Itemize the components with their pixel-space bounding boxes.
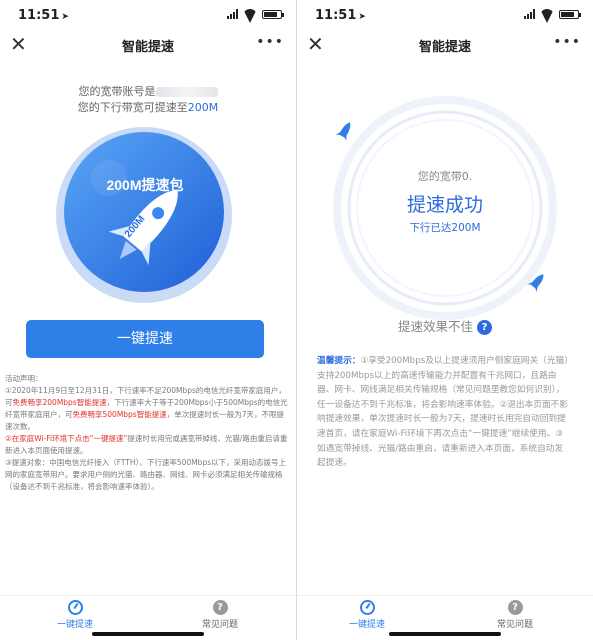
question-icon: ? <box>212 600 228 615</box>
nav-bar: ✕ 智能提速 ••• <box>297 30 593 64</box>
battery-icon <box>559 9 581 19</box>
cellular-signal-icon <box>227 9 238 19</box>
battery-icon <box>262 9 284 19</box>
activity-rules: 活动声明： ①2020年11月9日至12月31日，下行速率不足200Mbps的电… <box>5 373 290 493</box>
tab-faq[interactable]: ? 常见问题 <box>190 600 250 630</box>
status-bar: 11:51 ➤ <box>297 0 593 30</box>
tab-bar: 一键提速 ? 常见问题 <box>297 595 593 640</box>
status-time: 11:51 ➤ <box>315 8 366 23</box>
success-title: 提速成功 <box>406 194 483 216</box>
screen-before: 11:51 ➤ ✕ 智能提速 ••• 您的宽带账号是 您的下行带宽可提速至200M <box>0 0 296 640</box>
location-arrow-icon: ➤ <box>61 12 69 22</box>
wifi-icon <box>540 9 554 19</box>
account-label: 您的宽带0. <box>417 170 473 183</box>
poor-result-label: 提速效果不佳 <box>397 319 473 334</box>
speedometer-icon <box>359 600 375 615</box>
speed-package-badge: 200M提速包 200M <box>49 120 239 310</box>
rules-item-1: ①2020年11月9日至12月31日，下行速率不足200Mbps的电信光纤宽带家… <box>5 386 288 431</box>
page-title: 智能提速 <box>121 40 174 55</box>
question-icon: ? <box>507 600 523 615</box>
badge-label: 200M提速包 <box>106 177 183 193</box>
status-time: 11:51 ➤ <box>18 8 69 23</box>
tips-text: ①享受200Mbps及以上提速须用户侧家庭网关（光猫）支持200Mbps以上的高… <box>317 356 569 469</box>
wifi-icon <box>243 9 257 19</box>
rules-heading: 活动声明： <box>5 374 43 383</box>
nav-bar: ✕ 智能提速 ••• <box>0 30 296 64</box>
success-subtitle: 下行已达200M <box>409 222 481 234</box>
page-title: 智能提速 <box>418 40 471 55</box>
redacted-account <box>155 87 218 97</box>
home-indicator <box>389 632 501 636</box>
account-info: 您的宽带账号是 您的下行带宽可提速至200M <box>0 84 296 116</box>
one-click-boost-button[interactable]: 一键提速 <box>26 320 264 358</box>
speedometer-icon <box>67 600 83 615</box>
location-arrow-icon: ➤ <box>358 12 366 22</box>
tab-one-click-boost[interactable]: 一键提速 <box>337 600 397 630</box>
help-icon[interactable]: ? <box>477 320 492 335</box>
speed-label: 您的下行带宽可提速至 <box>77 101 188 114</box>
cellular-signal-icon <box>524 9 535 19</box>
tab-bar: 一键提速 ? 常见问题 <box>0 595 296 640</box>
rules-item-2: ②在家庭Wi-Fi环境下点击“一键提速”提速时长用完或遇宽带掉线、光猫/路由重启… <box>5 434 288 455</box>
success-panel: 您的宽带0. 提速成功 下行已达200M <box>315 96 575 326</box>
more-icon[interactable]: ••• <box>553 34 581 50</box>
speed-value: 200M <box>187 101 219 114</box>
rocket-badge-graphic: 200M提速包 200M <box>56 127 232 303</box>
tips-lead: 温馨提示： <box>317 356 361 366</box>
rules-item-3: ③提速对象：中国电信光纤接入（FTTH）、下行速率500Mbps以下，采用动态拨… <box>5 458 287 491</box>
account-label: 您的宽带账号是 <box>78 85 156 98</box>
tab-faq[interactable]: ? 常见问题 <box>485 600 545 630</box>
tab-one-click-boost[interactable]: 一键提速 <box>45 600 105 630</box>
status-bar: 11:51 ➤ <box>0 0 296 30</box>
screen-after: 11:51 ➤ ✕ 智能提速 ••• 您的宽带0. 提速成功 下行已达200M … <box>297 0 593 640</box>
poor-result-link[interactable]: 提速效果不佳? <box>297 316 593 335</box>
home-indicator <box>92 632 204 636</box>
warm-tips: 温馨提示：①享受200Mbps及以上提速须用户侧家庭网关（光猫）支持200Mbp… <box>317 354 571 471</box>
more-icon[interactable]: ••• <box>256 34 284 50</box>
